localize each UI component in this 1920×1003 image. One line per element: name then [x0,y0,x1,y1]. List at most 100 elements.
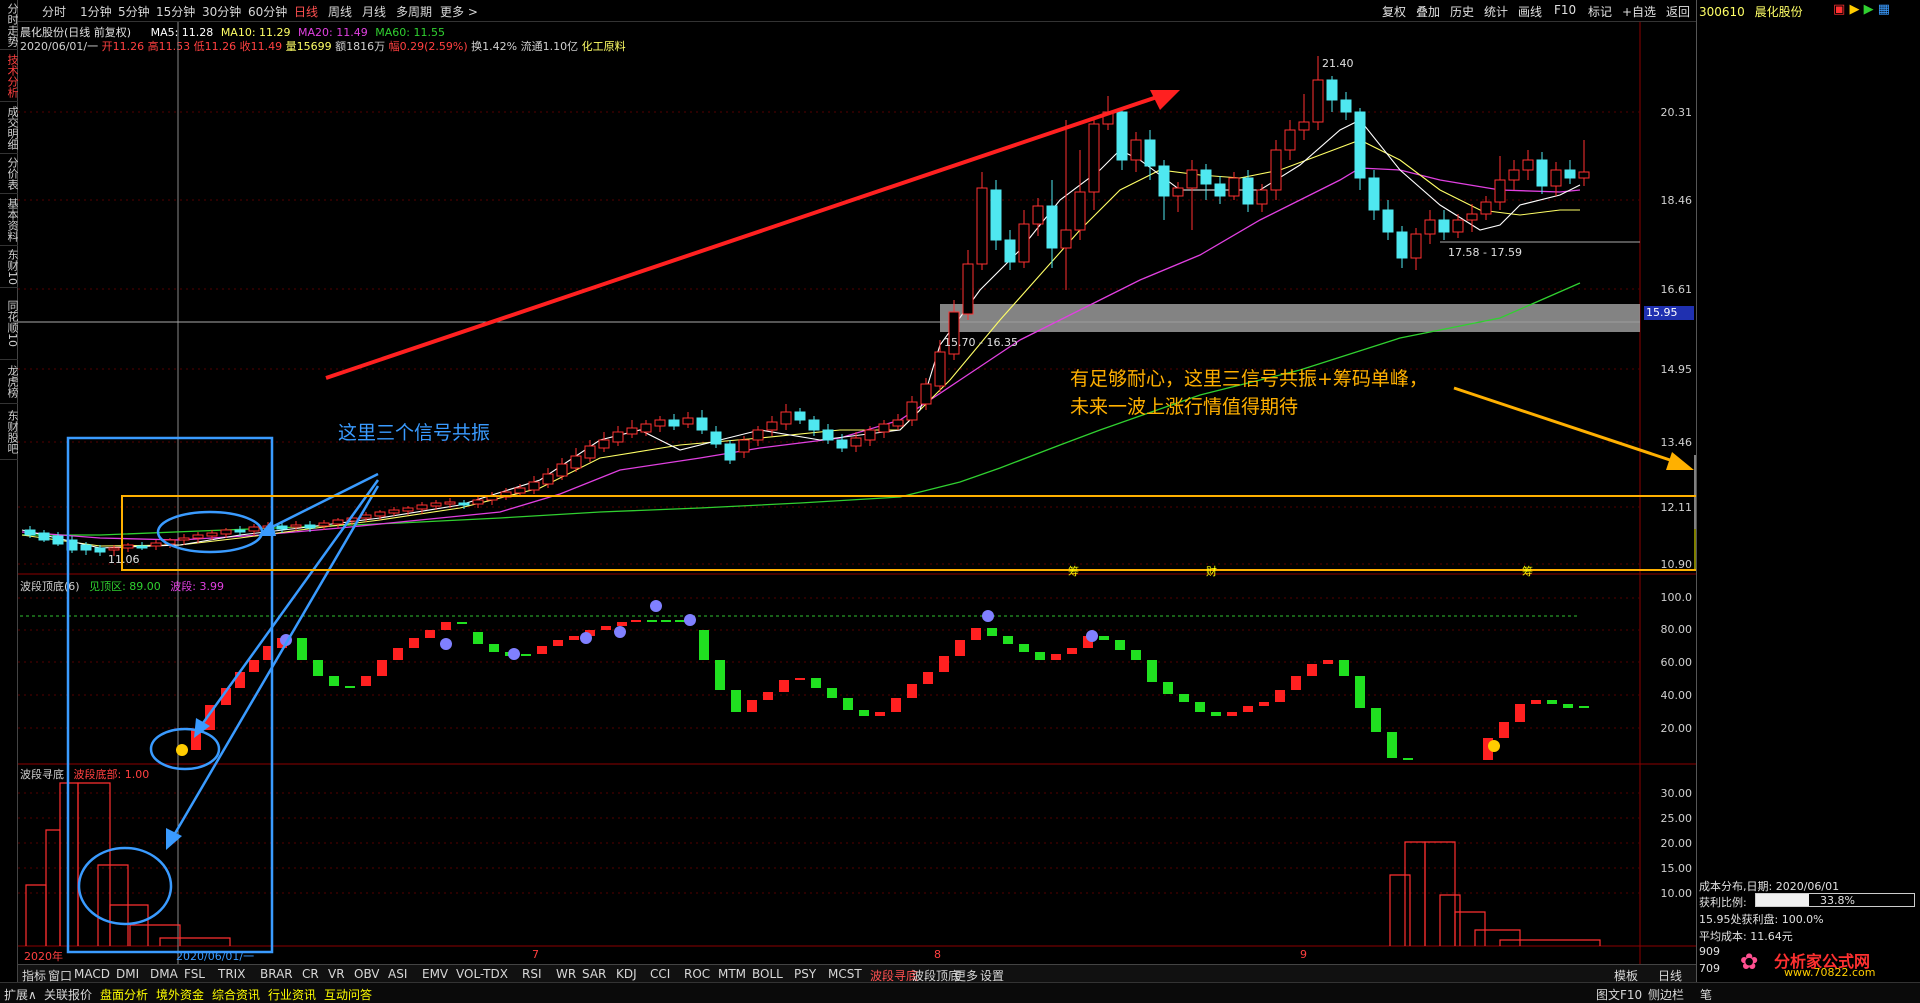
indicator-tab[interactable]: CR [302,967,319,981]
candle-body[interactable] [612,431,624,443]
candle-body[interactable] [906,401,918,421]
indicator-tab[interactable]: ASI [388,967,407,981]
candle-body[interactable] [514,487,526,494]
candle-body[interactable] [94,547,106,553]
candle-body[interactable] [1410,233,1422,259]
candle-body[interactable] [1256,189,1268,205]
candle-body[interactable] [206,532,218,537]
candle-body[interactable] [1046,205,1058,249]
candle-body[interactable] [1186,169,1198,189]
candle-body[interactable] [1144,139,1156,167]
candle-body[interactable] [808,419,820,431]
related-quote-tab[interactable]: 关联报价 [44,986,92,1003]
candle-body[interactable] [458,502,470,506]
candle-body[interactable] [234,529,246,533]
candle-body[interactable] [752,429,764,441]
candle-body[interactable] [1354,111,1366,179]
candle-body[interactable] [1480,201,1492,215]
candle-body[interactable] [892,419,904,427]
candle-body[interactable] [1228,177,1240,197]
candle-body[interactable] [1270,149,1282,191]
indicator-tab[interactable]: PSY [794,967,816,981]
candle-body[interactable] [360,514,372,519]
candle-body[interactable] [1158,165,1170,197]
candle-body[interactable] [640,423,652,433]
candle-body[interactable] [1494,179,1506,203]
candle-body[interactable] [1326,79,1338,101]
candle-body[interactable] [990,189,1002,241]
candle-body[interactable] [178,537,190,541]
candle-body[interactable] [290,524,302,528]
news-tab[interactable]: 综合资讯 [212,986,260,1003]
layout-icon[interactable]: ▣ [1833,2,1845,17]
candle-body[interactable] [1508,169,1520,181]
candle-body[interactable] [864,429,876,441]
candle-body[interactable] [52,535,64,545]
indicator-tab[interactable]: OBV [354,967,380,981]
candle-body[interactable] [780,411,792,425]
indicator-tab[interactable]: EMV [422,967,448,981]
candle-body[interactable] [416,504,428,510]
indicator-tab[interactable]: BRAR [260,967,293,981]
qa-tab[interactable]: 互动问答 [324,986,372,1003]
candle-body[interactable] [794,411,806,421]
indicator-tab[interactable]: MCST [828,967,862,981]
candle-body[interactable] [1382,209,1394,233]
candle-body[interactable] [444,501,456,505]
candle-body[interactable] [1116,111,1128,161]
candle-body[interactable] [766,421,778,431]
candle-body[interactable] [822,429,834,441]
candle-body[interactable] [318,522,330,527]
candle-body[interactable] [1004,239,1016,263]
candle-body[interactable] [1088,123,1100,193]
candle-body[interactable] [1340,99,1352,113]
candle-body[interactable] [24,529,36,536]
candle-body[interactable] [248,526,260,532]
wave-panel-title[interactable]: 波段顶底(6) [20,580,80,593]
indicator-tab[interactable]: TRIX [218,967,245,981]
candle-body[interactable] [850,437,862,447]
candle-body[interactable] [1438,219,1450,233]
indicator-tab[interactable]: SAR [582,967,606,981]
candle-body[interactable] [332,519,344,525]
industry-news-tab[interactable]: 行业资讯 [268,986,316,1003]
candle-body[interactable] [878,423,890,433]
candle-body[interactable] [556,463,568,477]
candle-body[interactable] [1424,219,1436,235]
candle-body[interactable] [1074,191,1086,231]
indicator-tab[interactable]: MTM [718,967,746,981]
candle-body[interactable] [836,439,848,449]
flag-icon[interactable]: ▶ [1849,2,1859,17]
play-icon[interactable]: ▶ [1864,2,1874,17]
candle-body[interactable] [584,445,596,459]
expand-button[interactable]: 扩展∧ [4,986,37,1003]
candle-body[interactable] [1466,213,1478,221]
candle-body[interactable] [402,507,414,512]
candle-body[interactable] [1312,79,1324,123]
indicator-tab[interactable]: MACD [74,967,110,981]
candle-body[interactable] [1564,169,1576,179]
indicator-tab[interactable]: RSI [522,967,542,981]
indicator-tab[interactable]: KDJ [616,967,637,981]
kline-chart[interactable] [0,0,1920,1003]
candle-body[interactable] [276,525,288,530]
candle-body[interactable] [1298,121,1310,131]
candle-body[interactable] [388,509,400,514]
candle-body[interactable] [1522,159,1534,171]
candle-body[interactable] [976,187,988,265]
candle-body[interactable] [430,502,442,507]
candle-body[interactable] [920,383,932,405]
candle-body[interactable] [1032,205,1044,225]
candle-body[interactable] [668,419,680,427]
candle-body[interactable] [1018,223,1030,263]
candle-body[interactable] [192,534,204,539]
indicator-tab[interactable]: FSL [184,967,205,981]
indicator-tab[interactable]: CCI [650,967,670,981]
f10-button[interactable]: 图文F10 [1596,986,1642,1003]
candle-body[interactable] [738,439,750,453]
candle-body[interactable] [304,524,316,529]
seek-panel-title[interactable]: 波段寻底 [20,768,64,781]
candle-body[interactable] [696,417,708,431]
candle-body[interactable] [710,431,722,445]
candle-body[interactable] [1578,171,1590,179]
